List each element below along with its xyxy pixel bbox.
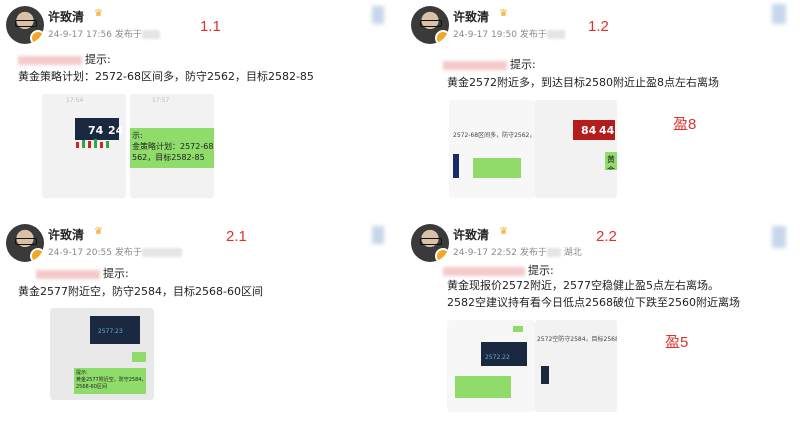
post-meta: 24-9-17 22:52 发布于 湖北 [453, 248, 582, 258]
blurred-sidebar [372, 226, 384, 244]
post-1-1: 许致清 ♛ 24-9-17 17:56 发布于 1.1 提示: 黄金策略计划：2… [0, 0, 390, 210]
screenshot-thumbnail[interactable]: 84 44 黄金 [535, 100, 617, 198]
screenshot-thumbnail[interactable]: 17:57 示: 金策略计划：2572-68区间 562，目标2582-85 [130, 94, 214, 198]
verified-badge-icon [30, 30, 44, 44]
author-name[interactable]: 许致清 [453, 226, 489, 243]
screenshot-thumbnail[interactable]: 2577.23 提示: 黄金2577附近空，防守2584，目标 2568-60区… [50, 308, 154, 400]
blurred-mention [18, 55, 82, 65]
verified-badge-icon [435, 30, 449, 44]
location: 湖北 [563, 248, 582, 258]
post-body: 黄金2577附近空，防守2584，目标2568-60区间 [18, 285, 263, 298]
post-2-1: 许致清 ♛ 24-9-17 20:55 发布于 2.1 提示: 黄金2577附近… [0, 218, 390, 428]
post-body-line-2: 2582空建议持有看今日低点2568破位下跌至2560附近离场 [447, 296, 740, 309]
notice-line: 提示: [443, 262, 554, 278]
verified-badge-icon [435, 248, 449, 262]
crown-icon: ♛ [499, 226, 508, 237]
crown-icon: ♛ [94, 226, 103, 237]
post-tag: 2.2 [596, 228, 617, 245]
post-body-line-1: 黄金现报价2572附近，2577空稳健止盈5点左右离场。 [447, 279, 719, 292]
profit-tag: 盈8 [673, 116, 697, 133]
post-1-2: 许致清 ♛ 24-9-17 19:50 发布于 1.2 提示: 黄金2572附近… [405, 0, 795, 210]
avatar[interactable] [411, 6, 449, 44]
timestamp: 24-9-17 17:56 [48, 30, 112, 40]
crown-icon: ♛ [94, 8, 103, 19]
glasses-decor [15, 20, 37, 27]
blurred-sidebar [772, 4, 786, 24]
post-tag: 1.2 [588, 18, 609, 35]
screenshot-thumbnail[interactable]: 2572-68区间多，防守2562，目标2582-85 [449, 100, 535, 198]
notice-line: 提示: [18, 51, 111, 67]
blurred-source [141, 30, 160, 39]
author-name[interactable]: 许致清 [48, 226, 84, 243]
post-tag: 1.1 [200, 18, 221, 35]
blurred-sidebar [772, 226, 786, 248]
author-name[interactable]: 许致清 [453, 8, 489, 25]
crown-icon: ♛ [499, 8, 508, 19]
avatar[interactable] [411, 224, 449, 262]
profit-tag: 盈5 [665, 334, 689, 351]
post-body: 黄金策略计划：2572-68区间多，防守2562，目标2582-85 [18, 70, 314, 83]
verified-badge-icon [30, 248, 44, 262]
blurred-sidebar [372, 6, 384, 24]
post-tag: 2.1 [226, 228, 247, 245]
notice-line: 提示: [36, 265, 129, 281]
avatar[interactable] [6, 6, 44, 44]
screenshot-thumbnail[interactable]: 2572.22 [447, 320, 535, 412]
author-name[interactable]: 许致清 [48, 8, 84, 25]
post-meta: 24-9-17 19:50 发布于 [453, 27, 565, 40]
screenshot-thumbnail[interactable]: 2572空防守2584，目标2568-60区间 [535, 320, 617, 412]
published-label: 发布于 [114, 30, 142, 40]
post-body: 黄金2572附近多，到达目标2580附近止盈8点左右离场 [447, 76, 719, 89]
avatar[interactable] [6, 224, 44, 262]
post-meta: 24-9-17 17:56 发布于 [48, 27, 160, 40]
post-meta: 24-9-17 20:55 发布于 [48, 245, 182, 258]
screenshot-thumbnail[interactable]: 17:54 74 24 [42, 94, 126, 198]
post-2-2: 许致清 ♛ 24-9-17 22:52 发布于 湖北 2.2 提示: 黄金现报价… [405, 218, 795, 428]
notice-line: 提示: [443, 56, 536, 72]
